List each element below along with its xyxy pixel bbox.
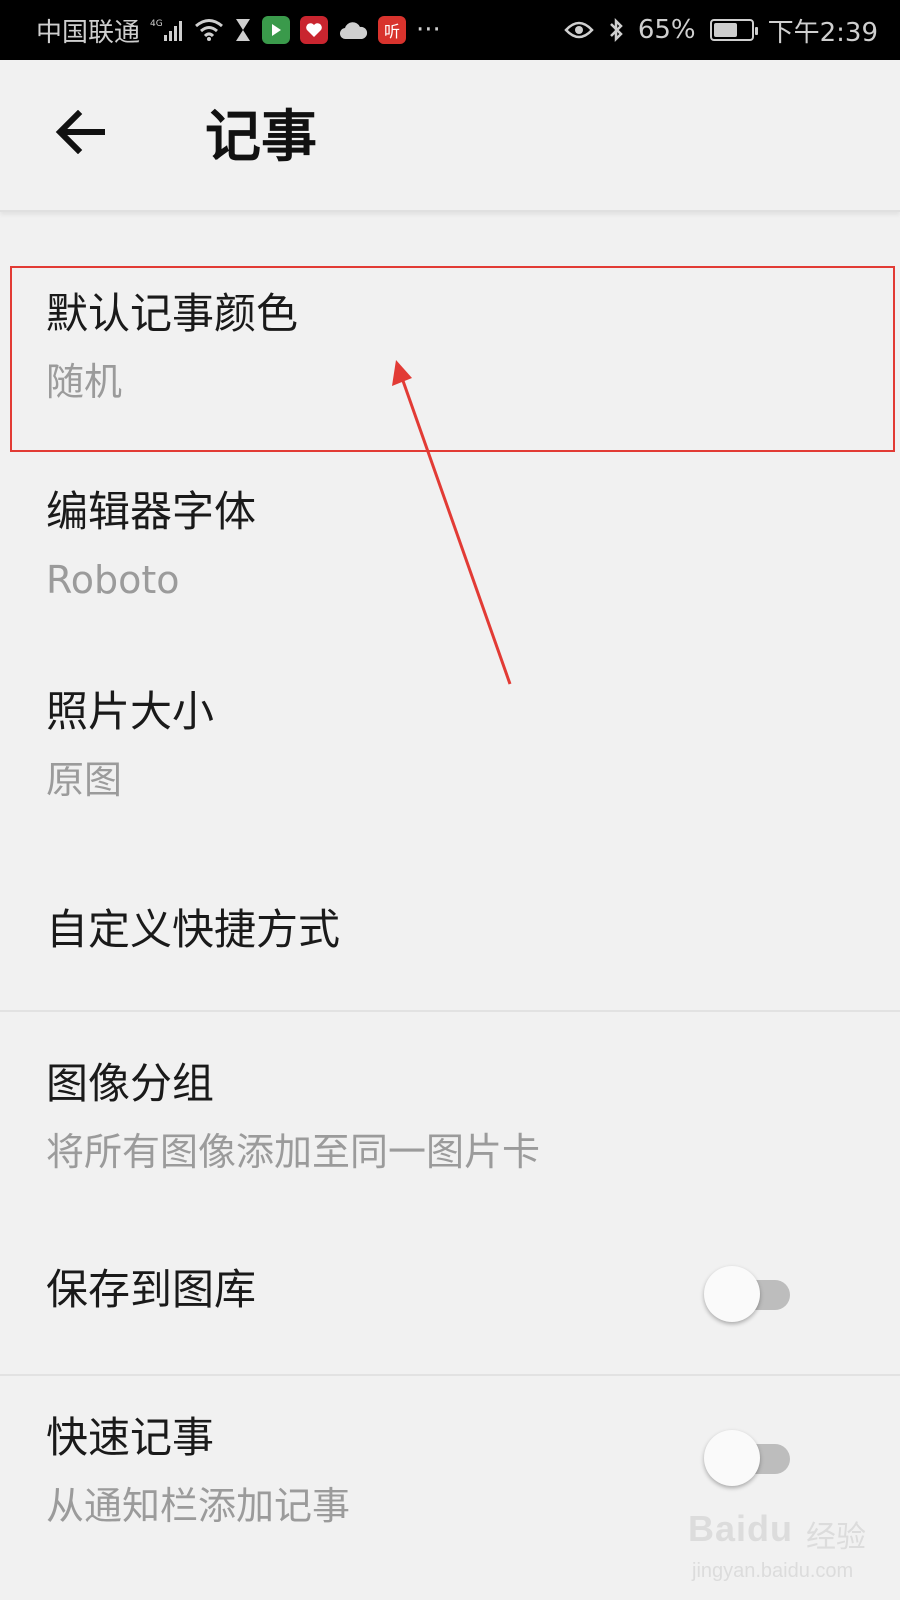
cloud-icon — [338, 19, 368, 41]
baidu-jingyan-watermark: Baidu 经验 jingyan.baidu.com — [688, 1508, 888, 1590]
setting-image-grouping[interactable]: 图像分组 将所有图像添加至同一图片卡 — [0, 1014, 900, 1210]
quick-note-toggle[interactable] — [704, 1430, 796, 1486]
page-title: 记事 — [205, 105, 317, 170]
video-app-icon — [262, 16, 291, 44]
arrow-back-icon — [55, 110, 105, 154]
wifi-icon — [194, 18, 224, 42]
setting-title: 编辑器字体 — [46, 487, 257, 536]
status-bar: 中国联通 4G 听 ··· 65% 下午2:39 — [0, 0, 900, 60]
section-divider — [0, 1374, 900, 1376]
bluetooth-icon — [608, 17, 624, 43]
status-left: 中国联通 4G 听 ··· — [36, 12, 441, 49]
heart-app-icon — [300, 16, 329, 44]
setting-photo-size[interactable]: 照片大小 原图 — [0, 660, 900, 856]
battery-fill — [713, 23, 737, 37]
ting-label: 听 — [384, 22, 401, 41]
setting-title: 照片大小 — [46, 687, 215, 736]
annotation-highlight-box — [10, 266, 895, 452]
setting-title: 保存到图库 — [46, 1265, 257, 1314]
save-to-gallery-toggle[interactable] — [704, 1266, 796, 1322]
watermark-url: jingyan.baidu.com — [692, 1560, 854, 1582]
app-toolbar: 记事 — [0, 60, 900, 212]
hourglass-icon — [234, 17, 252, 43]
back-button[interactable] — [48, 100, 112, 164]
setting-save-to-gallery[interactable]: 保存到图库 — [0, 1214, 900, 1374]
ting-app-icon: 听 — [378, 16, 407, 44]
eye-icon — [564, 20, 594, 40]
more-notifications-label: ··· — [416, 15, 441, 45]
battery-icon — [709, 19, 758, 41]
setting-subtitle: Roboto — [46, 558, 180, 602]
setting-custom-shortcuts[interactable]: 自定义快捷方式 — [0, 860, 900, 1006]
watermark-brand: 经验 — [806, 1520, 866, 1555]
setting-subtitle: 从通知栏添加记事 — [46, 1484, 351, 1528]
setting-editor-font[interactable]: 编辑器字体 Roboto — [0, 460, 900, 656]
watermark-logo: Baidu — [688, 1508, 794, 1549]
battery-percent: 65% — [637, 15, 696, 45]
clock: 下午2:39 — [767, 17, 878, 48]
status-right: 65% 下午2:39 — [564, 12, 878, 49]
setting-title: 快速记事 — [46, 1413, 215, 1462]
network-type-label: 4G — [150, 19, 163, 29]
setting-title: 自定义快捷方式 — [46, 905, 341, 954]
section-divider — [0, 1010, 900, 1012]
carrier-label: 中国联通 — [36, 17, 141, 48]
toggle-thumb — [704, 1430, 760, 1486]
toggle-thumb — [704, 1266, 760, 1322]
cell-signal-icon: 4G — [150, 17, 184, 43]
setting-subtitle: 原图 — [46, 758, 123, 802]
setting-title: 图像分组 — [46, 1059, 215, 1108]
setting-subtitle: 将所有图像添加至同一图片卡 — [46, 1130, 541, 1174]
